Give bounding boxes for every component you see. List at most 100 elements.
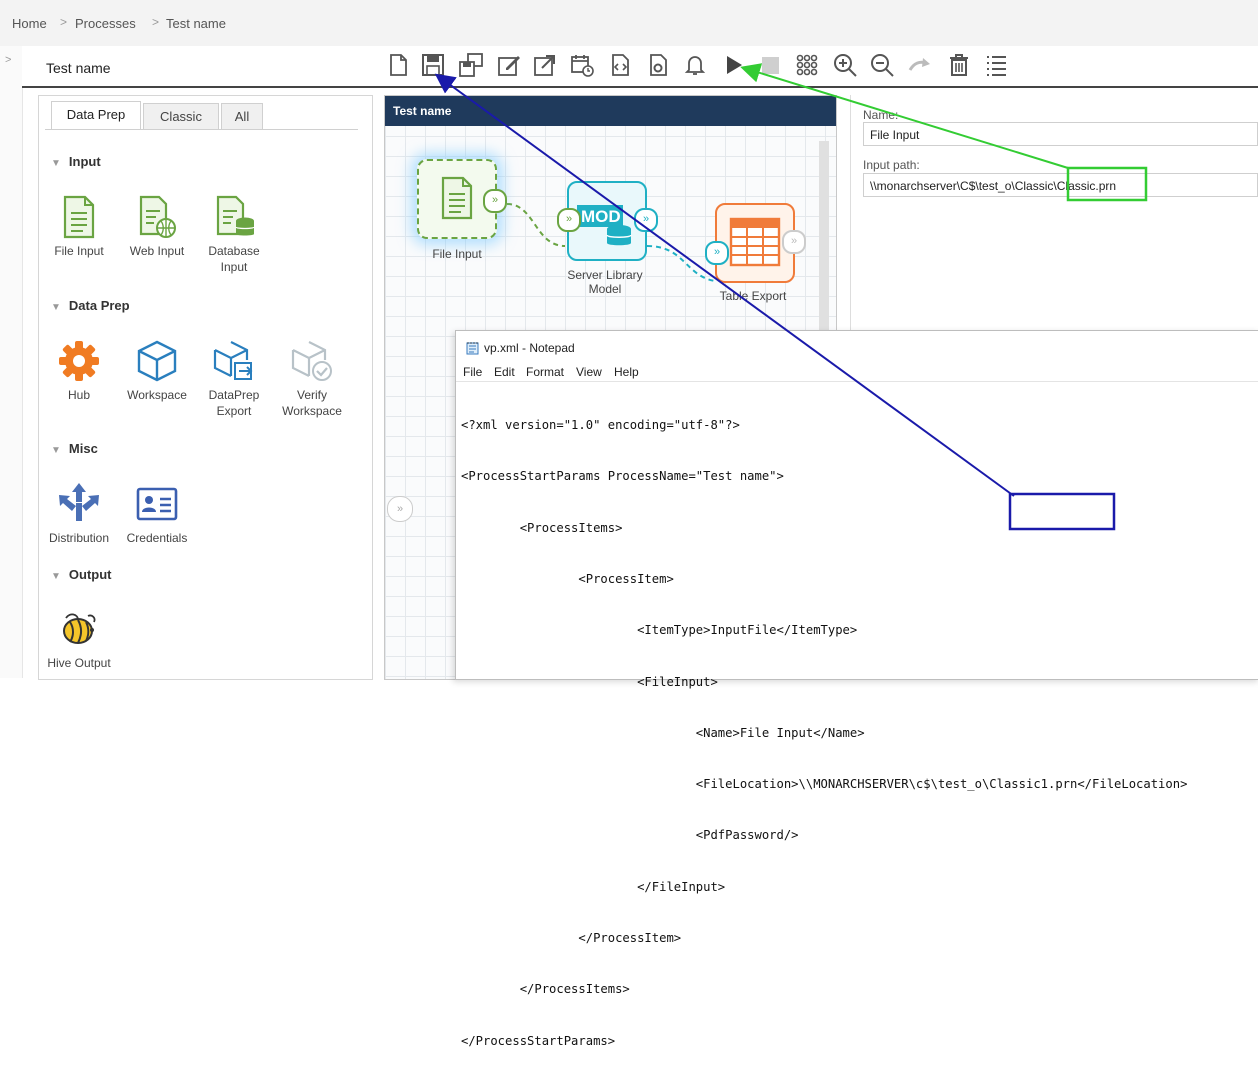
section-title: Output [68,567,112,582]
save-as-icon[interactable] [458,52,484,78]
tool-dataprep-export[interactable]: DataPrep Export [195,338,273,419]
node-input-port[interactable]: » [557,208,581,232]
node-output-port[interactable]: » [483,189,507,213]
cube-export-icon [211,338,257,384]
tab-data-prep[interactable]: Data Prep [51,101,141,130]
web-input-icon [134,194,180,240]
tool-verify-workspace[interactable]: Verify Workspace [273,338,351,419]
menu-format[interactable]: Format [526,365,564,379]
breadcrumb-home[interactable]: Home [12,16,47,31]
section-title: Misc [68,441,98,456]
menu-help[interactable]: Help [614,365,639,379]
node-label: Server Library Model [567,268,643,296]
node-label: Table Export [719,289,787,303]
section-title: Input [68,154,101,169]
section-data-prep[interactable]: ▼ Data Prep [51,298,130,313]
node-label: File Input [432,247,482,261]
tool-hive-output[interactable]: Hive Output [40,606,118,671]
notepad-menubar: File Edit Format View Help [456,359,1258,382]
tool-palette: Data Prep Classic All ▼ Input File Input … [38,95,373,680]
chevron-right-icon[interactable]: > [5,54,11,66]
tab-all[interactable]: All [221,103,263,130]
xml-line: <FileLocation>\\MONARCHSERVER\c$\test_o\… [461,777,1188,792]
gear-icon [56,338,102,384]
play-icon[interactable] [720,52,746,78]
tool-label: Workspace [127,388,187,402]
tool-distribution[interactable]: Distribution [40,481,118,546]
credentials-card-icon [134,481,180,527]
xml-line: <ProcessItem> [461,572,674,587]
tool-label: Database Input [208,244,260,274]
node-input-port[interactable]: » [705,241,729,265]
cube-check-icon [289,338,335,384]
expand-panel-button[interactable]: » [387,496,413,522]
redo-arrow-icon[interactable] [907,52,933,78]
settings-doc-icon[interactable] [645,52,671,78]
cube-icon [134,338,180,384]
xml-line: <ItemType>InputFile</ItemType> [461,623,858,638]
file-input-icon [56,194,102,240]
xml-line: <FileInput> [461,674,718,689]
menu-edit[interactable]: Edit [494,365,515,379]
zoom-in-icon[interactable] [832,52,858,78]
database-input-icon [211,194,257,240]
tab-classic[interactable]: Classic [143,103,219,130]
zoom-out-icon[interactable] [869,52,895,78]
breadcrumb-separator-icon: > [152,15,160,29]
section-misc[interactable]: ▼ Misc [51,441,98,456]
collapse-triangle-icon: ▼ [51,445,61,456]
code-view-icon[interactable] [607,52,633,78]
tool-hub[interactable]: Hub [40,338,118,403]
section-input[interactable]: ▼ Input [51,154,101,169]
input-path-label: Input path: [863,158,920,172]
tool-database-input[interactable]: Database Input [195,194,273,275]
canvas-title: Test name [385,96,836,126]
tab-divider [45,129,358,130]
open-external-icon[interactable] [532,52,558,78]
save-icon[interactable] [420,52,446,78]
input-path-field[interactable]: \\monarchserver\C$\test_o\Classic\Classi… [863,173,1258,197]
tool-credentials[interactable]: Credentials [118,481,196,546]
tool-file-input[interactable]: File Input [40,194,118,259]
name-field[interactable]: File Input [863,122,1258,146]
stop-icon[interactable] [757,52,783,78]
edit-icon[interactable] [496,52,522,78]
process-title: Test name [46,60,111,76]
breadcrumb-processes[interactable]: Processes [75,16,136,31]
schedule-icon[interactable] [569,52,595,78]
grid-icon[interactable] [794,52,820,78]
tool-workspace[interactable]: Workspace [118,338,196,403]
tool-label: DataPrep Export [208,388,260,418]
list-icon[interactable] [983,52,1009,78]
menu-view[interactable]: View [576,365,602,379]
left-collapse-strip[interactable]: > [0,46,23,678]
process-header: Test name [22,46,1258,88]
tool-label: Distribution [48,531,110,545]
notepad-icon [466,342,479,355]
section-title: Data Prep [68,298,130,313]
bell-icon[interactable] [682,52,708,78]
new-file-icon[interactable] [385,52,411,78]
node-output-port[interactable]: » [634,208,658,232]
xml-line: </ProcessItems> [461,982,630,997]
breadcrumb-current: Test name [166,16,226,31]
xml-line: <PdfPassword/> [461,828,799,843]
section-output[interactable]: ▼ Output [51,567,112,582]
menu-file[interactable]: File [463,365,482,379]
tool-label: File Input [54,244,104,258]
hive-bee-icon [56,606,102,652]
breadcrumb: Home > Processes > Test name [0,0,1258,47]
tool-web-input[interactable]: Web Input [118,194,196,259]
xml-line: </FileInput> [461,879,726,894]
notepad-text-area[interactable]: <?xml version="1.0" encoding="utf-8"?> <… [461,383,1251,1084]
delete-icon[interactable] [946,52,972,78]
collapse-triangle-icon: ▼ [51,158,61,169]
distribution-arrows-icon [56,481,102,527]
tool-label: Hub [67,388,90,402]
tool-label: Credentials [126,531,188,545]
xml-line: <Name>File Input</Name> [461,725,865,740]
notepad-window[interactable]: vp.xml - Notepad File Edit Format View H… [455,330,1258,1048]
connector-line [506,203,566,247]
node-output-port[interactable]: » [782,230,806,254]
xml-line: </ProcessItem> [461,931,682,945]
